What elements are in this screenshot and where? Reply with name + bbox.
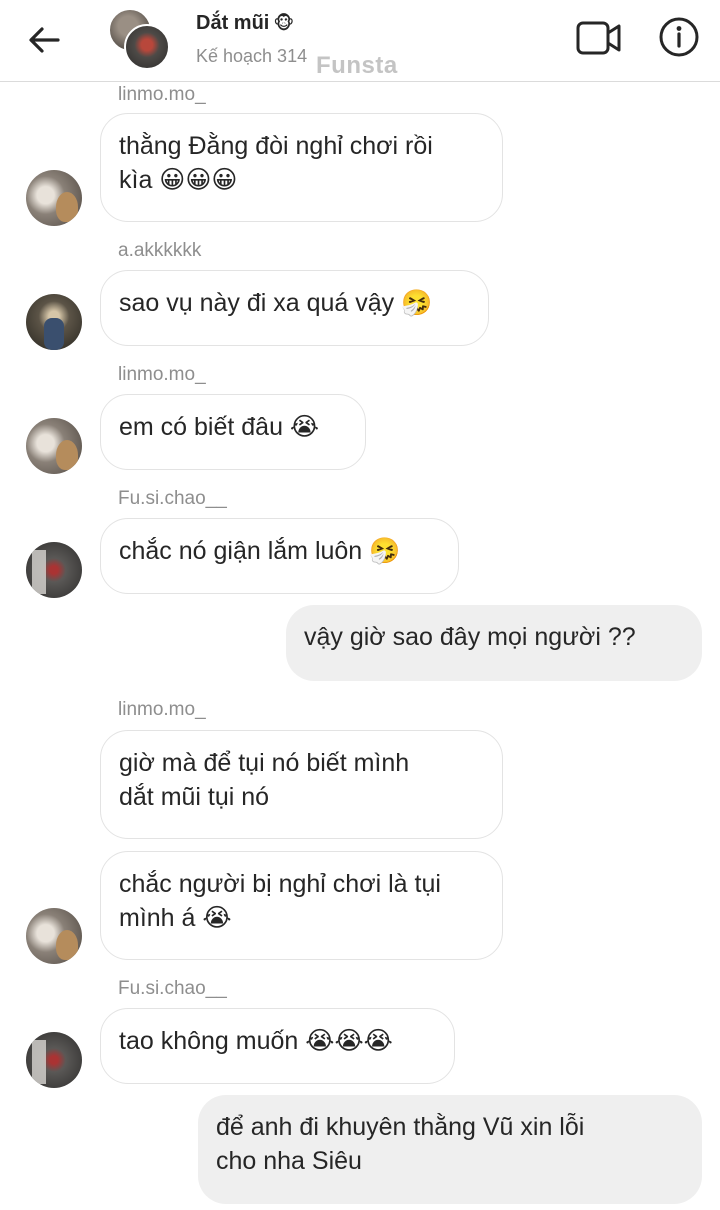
message-bubble[interactable]: chắc nó giận lắm luôn 🤧: [100, 518, 459, 594]
message-sender: Fu.si.chao__: [118, 978, 227, 999]
message-sender: linmo.mo_: [118, 84, 206, 105]
group-avatar-front: [124, 24, 170, 70]
message-text-line: chắc người bị nghỉ chơi là tụi: [119, 870, 441, 898]
arrow-left-icon: [29, 27, 60, 53]
message-text: tao không muốn 😭😭😭: [119, 1027, 393, 1055]
message-sender: linmo.mo_: [118, 364, 206, 385]
outgoing-message-bubble[interactable]: vậy giờ sao đây mọi người ??: [286, 605, 702, 681]
chat-subtitle: Kế hoạch 314: [196, 46, 308, 66]
chat-header: Dắt mũi 🐵 Kế hoạch 314 Funsta: [0, 0, 720, 82]
avatar[interactable]: [26, 170, 82, 226]
message-bubble[interactable]: thằng Đằng đòi nghỉ chơi rồi kìa 😀😀😀: [100, 113, 503, 222]
message-text-line: giờ mà để tụi nó biết mình: [119, 749, 410, 777]
message-text-line: dắt mũi tụi nó: [119, 783, 270, 811]
info-icon: [659, 17, 699, 57]
back-button[interactable]: [22, 20, 66, 60]
message-text-line: cho nha Siêu: [216, 1147, 362, 1175]
outgoing-message-bubble[interactable]: để anh đi khuyên thằng Vũ xin lỗi cho nh…: [198, 1095, 702, 1204]
message-sender: Fu.si.chao__: [118, 488, 227, 509]
avatar[interactable]: [26, 294, 82, 350]
monkey-emoji: 🐵: [273, 13, 295, 33]
message-bubble[interactable]: em có biết đâu 😭: [100, 394, 366, 470]
message-sender: a.akkkkkk: [118, 240, 202, 261]
avatar[interactable]: [26, 908, 82, 964]
chat-title: Dắt mũi: [196, 12, 270, 34]
message-text: vậy giờ sao đây mọi người ??: [304, 623, 636, 651]
message-text: sao vụ này đi xa quá vậy 🤧: [119, 289, 433, 317]
message-bubble[interactable]: tao không muốn 😭😭😭: [100, 1008, 455, 1084]
message-text-line: để anh đi khuyên thằng Vũ xin lỗi: [216, 1113, 585, 1141]
avatar[interactable]: [26, 1032, 82, 1088]
video-camera-icon: [576, 21, 621, 55]
message-bubble[interactable]: giờ mà để tụi nó biết mình dắt mũi tụi n…: [100, 730, 503, 839]
avatar[interactable]: [26, 542, 82, 598]
info-button[interactable]: [656, 14, 702, 60]
avatar[interactable]: [26, 418, 82, 474]
message-bubble[interactable]: chắc người bị nghỉ chơi là tụi mình á 😭: [100, 851, 503, 960]
watermark: Funsta: [316, 52, 398, 79]
message-text-line: kìa 😀😀😀: [119, 166, 238, 194]
message-text-line: mình á 😭: [119, 904, 232, 932]
message-text: chắc nó giận lắm luôn 🤧: [119, 537, 401, 565]
video-call-button[interactable]: [574, 18, 624, 58]
message-text: em có biết đâu 😭: [119, 413, 320, 441]
message-sender: linmo.mo_: [118, 699, 206, 720]
message-bubble[interactable]: sao vụ này đi xa quá vậy 🤧: [100, 270, 489, 346]
group-avatar[interactable]: [108, 8, 170, 70]
message-text-line: thằng Đằng đòi nghỉ chơi rồi: [119, 132, 433, 160]
chat-title-area[interactable]: Dắt mũi 🐵: [196, 12, 294, 35]
